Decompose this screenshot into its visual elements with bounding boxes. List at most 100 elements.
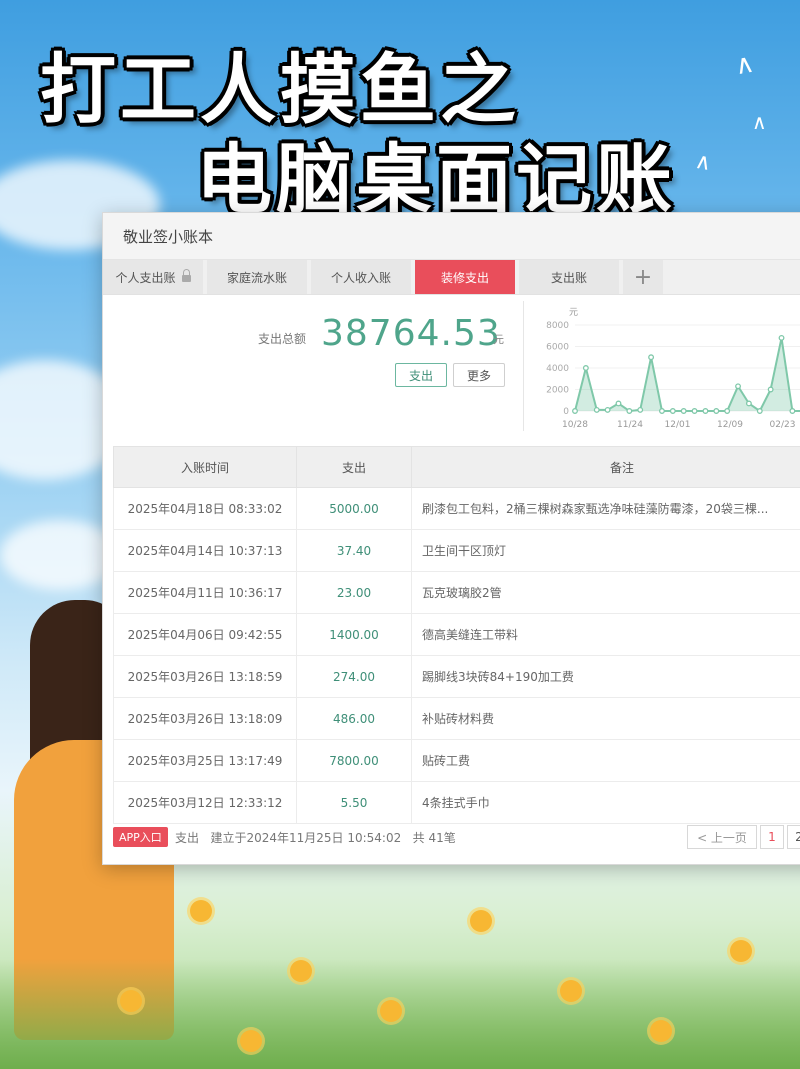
cell-note: 德高美缝连工带料 (411, 613, 800, 656)
tab-personal-income[interactable]: 个人收入账 (311, 260, 411, 294)
cell-amount: 5.50 (296, 781, 412, 824)
tab-personal-expense[interactable]: 个人支出账 (103, 260, 203, 294)
table-row[interactable]: 2025年03月25日 13:17:49 7800.00 贴砖工费 (113, 739, 800, 782)
chart-point (637, 406, 644, 413)
bird-icon: ∧ (752, 110, 767, 134)
tab-label: 个人收入账 (330, 270, 391, 285)
chart-point (659, 408, 665, 414)
chart-x-tick-label: 12/09 (717, 420, 743, 430)
cell-time: 2025年03月26日 13:18:09 (113, 697, 297, 740)
chart-y-tick-label: 6000 (546, 343, 569, 353)
records-table: 入账时间 支出 备注 2025年04月18日 08:33:02 5000.00 刷漆… (113, 446, 800, 824)
window-title: 敬业签小账本 (123, 227, 214, 246)
table-row[interactable]: 2025年03月26日 13:18:59 274.00 踢脚线3块砖84+190加工… (113, 655, 800, 698)
flower (730, 940, 752, 962)
cell-amount: 37.40 (296, 529, 412, 572)
window-titlebar: 敬业签小账本 (103, 213, 800, 260)
cell-note: 刷漆包工包料，2桶三棵树森家甄选净味硅藻防霉漆，20袋三棵... (411, 487, 800, 530)
cell-amount: 274.00 (296, 655, 412, 698)
flower (240, 1030, 262, 1052)
chart-point (756, 408, 763, 414)
chart-point (745, 400, 752, 407)
page-1-button[interactable]: 1 (760, 825, 784, 849)
chart-point (648, 354, 655, 361)
flower (190, 900, 212, 922)
add-tab-button[interactable]: + (623, 260, 663, 294)
cell-time: 2025年04月06日 09:42:55 (113, 613, 297, 656)
tab-renovation-expense[interactable]: 装修支出 (415, 260, 515, 294)
table-row[interactable]: 2025年04月06日 09:42:55 1400.00 德高美缝连工带料 (113, 613, 800, 656)
bird-icon: ∧ (693, 148, 714, 177)
chart-x-tick-label: 11/24 (617, 420, 643, 430)
chart-y-tick-label: 4000 (546, 364, 569, 374)
footer-bar: APP入口 支出 建立于2024年11月25日 10:54:02 共 41笔 <… (113, 825, 800, 851)
chart-y-tick-label: 2000 (546, 386, 569, 396)
chart-y-tick-label: 8000 (546, 321, 569, 331)
tab-label: 装修支出 (440, 270, 489, 285)
divider (523, 301, 524, 431)
cell-amount: 7800.00 (296, 739, 412, 782)
chart-point (626, 408, 633, 414)
expense-trend-chart: 元 8000 6000 4000 2000 0 10/28 11/24 12/01 12/09 0… (546, 308, 800, 430)
prev-page-button[interactable]: < 上一页 (687, 825, 757, 849)
chart-point (735, 383, 741, 390)
chart-point (582, 365, 589, 371)
page-2-button[interactable]: 2 (787, 825, 800, 849)
chart-point (767, 386, 774, 393)
column-header-time[interactable]: 入账时间 (113, 446, 297, 488)
cell-note: 补贴砖材料费 (411, 697, 800, 740)
cell-time: 2025年04月18日 08:33:02 (113, 487, 297, 530)
tab-label: 个人支出账 (115, 270, 176, 285)
chart-x-tick-label: 12/01 (665, 420, 691, 430)
flower (560, 980, 582, 1002)
chart-unit-label: 元 (569, 308, 578, 318)
expense-button[interactable]: 支出 (395, 363, 447, 387)
column-header-amount[interactable]: 支出 (296, 446, 412, 488)
footer-info: 支出 建立于2024年11月25日 10:54:02 共 41笔 (175, 831, 456, 845)
flower (380, 1000, 402, 1022)
chart-line (574, 337, 800, 413)
cell-note: 卫生间干区顶灯 (411, 529, 800, 572)
chart-x-tick-label: 10/28 (562, 420, 588, 430)
chart-point (680, 408, 687, 414)
lock-icon (181, 268, 191, 282)
plus-icon: + (633, 264, 653, 290)
tab-label: 支出账 (550, 270, 587, 285)
bird-icon: ∧ (732, 48, 757, 82)
chart-point (669, 408, 676, 414)
cell-time: 2025年03月12日 12:33:12 (113, 781, 297, 824)
more-button[interactable]: 更多 (453, 363, 505, 387)
flower (290, 960, 312, 982)
chart-point (778, 334, 785, 341)
table-row[interactable]: 2025年04月11日 10:36:17 23.00 瓦克玻璃胶2管 (113, 571, 800, 614)
table-row[interactable]: 2025年03月12日 12:33:12 5.50 4条挂式手巾 (113, 781, 800, 824)
tab-bar: 个人支出账 家庭流水账 个人收入账 装修支出 支出账 + (103, 260, 800, 295)
cell-amount: 486.00 (296, 697, 412, 740)
chart-point (702, 408, 709, 414)
cell-time: 2025年04月11日 10:36:17 (113, 571, 297, 614)
cell-amount: 1400.00 (296, 613, 412, 656)
table-row[interactable]: 2025年04月14日 10:37:13 37.40 卫生间干区顶灯 (113, 529, 800, 572)
chart-point (713, 408, 720, 414)
table-row[interactable]: 2025年04月18日 08:33:02 5000.00 刷漆包工包料，2桶三棵树森… (113, 487, 800, 530)
chart-point (691, 408, 698, 414)
cell-time: 2025年03月26日 13:18:59 (113, 655, 297, 698)
chart-point (789, 408, 796, 414)
column-header-note[interactable]: 备注 (411, 446, 800, 488)
flower (650, 1020, 672, 1042)
cell-note: 贴砖工费 (411, 739, 800, 782)
cell-amount: 5000.00 (296, 487, 412, 530)
cell-note: 踢脚线3块砖84+190加工费 (411, 655, 800, 698)
total-label: 支出总额 (258, 332, 307, 346)
chart-point (593, 406, 600, 413)
cell-note: 4条挂式手巾 (411, 781, 800, 824)
pagination: < 上一页 1 2 (687, 825, 800, 849)
flower (120, 990, 142, 1012)
cell-time: 2025年03月25日 13:17:49 (113, 739, 297, 782)
chart-x-tick-label: 02/23 (770, 420, 796, 430)
app-entry-button[interactable]: APP入口 (113, 827, 168, 847)
chart-y-tick-label: 0 (563, 407, 569, 417)
tab-expense[interactable]: 支出账 (519, 260, 619, 294)
tab-family-flow[interactable]: 家庭流水账 (207, 260, 307, 294)
table-row[interactable]: 2025年03月26日 13:18:09 486.00 补贴砖材料费 (113, 697, 800, 740)
